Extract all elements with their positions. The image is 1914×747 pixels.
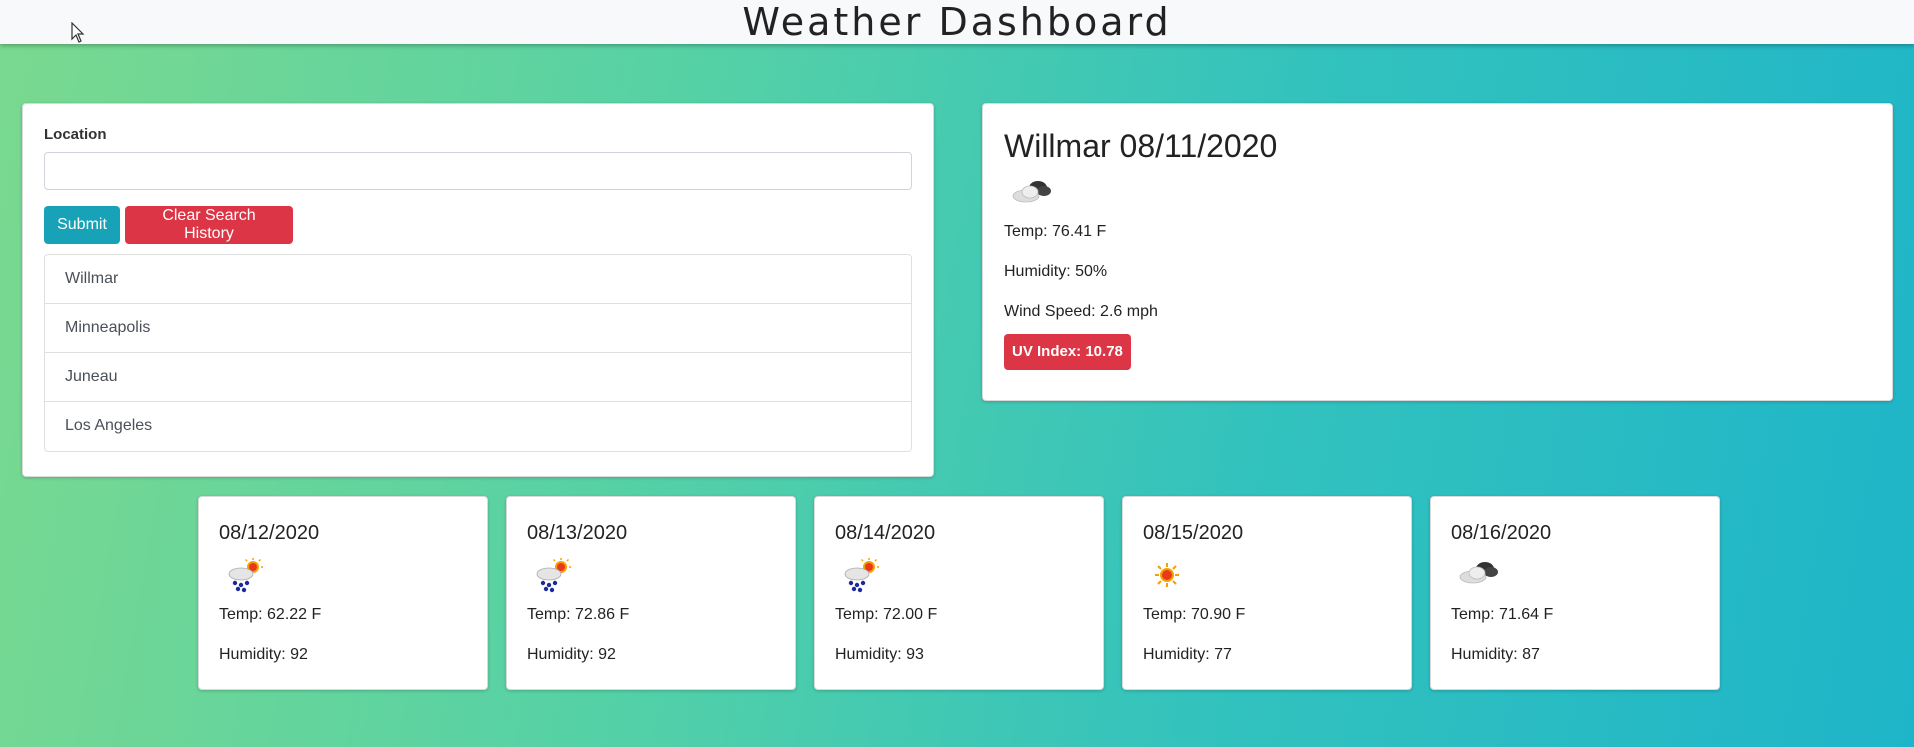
history-item-los-angeles[interactable]: Los Angeles: [45, 402, 911, 451]
forecast-humidity: Humidity: 92: [219, 646, 308, 663]
forecast-date: 08/12/2020: [219, 522, 320, 544]
forecast-humidity: Humidity: 93: [835, 646, 924, 663]
forecast-humidity: Humidity: 92: [527, 646, 616, 663]
forecast-temp: Temp: 72.86 F: [527, 606, 630, 623]
cloudy-icon: [1006, 172, 1056, 208]
current-temp: Temp: 76.41 F: [1004, 223, 1107, 240]
forecast-humidity: Humidity: 77: [1143, 646, 1232, 663]
forecast-date: 08/14/2020: [835, 522, 936, 544]
forecast-card: 08/13/2020 Temp: 72.86 F Humidity: 92: [506, 496, 796, 690]
forecast-card: 08/15/2020 Temp: 70.90 F Humidity: 77: [1122, 496, 1412, 690]
sun-icon: [1147, 557, 1195, 593]
current-city-date: Willmar 08/11/2020: [1004, 128, 1278, 164]
history-item-minneapolis[interactable]: Minneapolis: [45, 304, 911, 353]
forecast-humidity: Humidity: 87: [1451, 646, 1540, 663]
location-input[interactable]: [44, 152, 912, 190]
location-label: Location: [44, 126, 107, 143]
header-bar: Weather Dashboard: [0, 0, 1914, 44]
page-title: Weather Dashboard: [742, 0, 1172, 44]
forecast-card: 08/14/2020 Temp: 72.00 F Humidity: 93: [814, 496, 1104, 690]
search-panel: Location Submit Clear Search History Wil…: [22, 103, 934, 477]
search-buttons: Submit Clear Search History: [44, 206, 912, 244]
forecast-temp: Temp: 62.22 F: [219, 606, 322, 623]
cloudy-icon: [1455, 557, 1503, 593]
forecast-temp: Temp: 71.64 F: [1451, 606, 1554, 623]
forecast-temp: Temp: 72.00 F: [835, 606, 938, 623]
forecast-temp: Temp: 70.90 F: [1143, 606, 1246, 623]
mouse-cursor-icon: [71, 22, 85, 43]
uv-index-badge: UV Index: 10.78: [1004, 334, 1131, 370]
submit-button[interactable]: Submit: [44, 206, 120, 244]
clear-history-button[interactable]: Clear Search History: [125, 206, 293, 244]
rain-sun-icon: [223, 557, 271, 593]
forecast-card: 08/12/2020 Temp: 62.22 F Humidity: 92: [198, 496, 488, 690]
current-wind-speed: Wind Speed: 2.6 mph: [1004, 303, 1158, 320]
rain-sun-icon: [839, 557, 887, 593]
history-item-juneau[interactable]: Juneau: [45, 353, 911, 402]
current-weather-panel: Willmar 08/11/2020 Temp: 76.41 F Humidit…: [982, 103, 1893, 401]
search-history-list: Willmar Minneapolis Juneau Los Angeles: [44, 254, 912, 452]
current-humidity: Humidity: 50%: [1004, 263, 1108, 280]
forecast-date: 08/13/2020: [527, 522, 628, 544]
forecast-card: 08/16/2020 Temp: 71.64 F Humidity: 87: [1430, 496, 1720, 690]
history-item-willmar[interactable]: Willmar: [45, 255, 911, 304]
rain-sun-icon: [531, 557, 579, 593]
forecast-date: 08/16/2020: [1451, 522, 1552, 544]
forecast-date: 08/15/2020: [1143, 522, 1244, 544]
